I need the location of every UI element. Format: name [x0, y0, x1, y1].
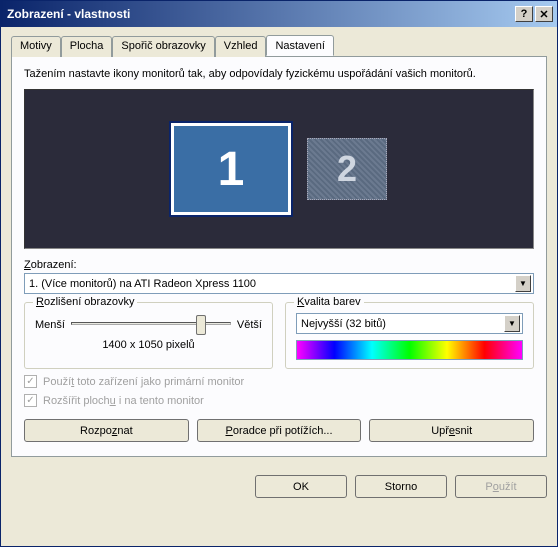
resolution-value: 1400 x 1050 pixelů — [35, 339, 262, 351]
resolution-slider[interactable] — [71, 313, 231, 337]
primary-monitor-checkbox: ✓ — [24, 375, 37, 388]
monitor-arrangement-area[interactable]: 1 2 — [24, 89, 534, 249]
dialog-button-row: OK Storno Použít — [1, 465, 557, 508]
tab-strip: Motivy Plocha Spořič obrazovky Vzhled Na… — [11, 35, 547, 57]
chevron-down-icon: ▼ — [504, 315, 520, 332]
checkbox2-label: Rozšířit plochu i na tento monitor — [43, 395, 204, 407]
checkbox1-label: Použít toto zařízení jako primární monit… — [43, 376, 244, 388]
identify-button[interactable]: Rozpoznat — [24, 419, 189, 442]
display-label: Zobrazení: — [24, 259, 534, 271]
tab-motivy[interactable]: Motivy — [11, 36, 61, 57]
close-button[interactable]: ✕ — [535, 6, 553, 22]
resolution-group: Rozlišení obrazovky Menší Větší 1400 x 1… — [24, 302, 273, 369]
advanced-button[interactable]: Upřesnit — [369, 419, 534, 442]
extend-desktop-checkbox: ✓ — [24, 394, 37, 407]
color-quality-group: Kvalita barev Nejvyšší (32 bitů) ▼ — [285, 302, 534, 369]
display-select[interactable]: 1. (Více monitorů) na ATI Radeon Xpress … — [24, 273, 534, 294]
tab-plocha[interactable]: Plocha — [61, 36, 113, 57]
slider-max-label: Větší — [237, 319, 262, 331]
window-title: Zobrazení - vlastnosti — [7, 7, 513, 21]
instruction-text: Tažením nastavte ikony monitorů tak, aby… — [24, 67, 534, 81]
titlebar[interactable]: Zobrazení - vlastnosti ? ✕ — [1, 1, 557, 27]
color-quality-value: Nejvyšší (32 bitů) — [301, 318, 504, 330]
color-preview-bar — [296, 340, 523, 360]
slider-min-label: Menší — [35, 319, 65, 331]
help-button[interactable]: ? — [515, 6, 533, 22]
tab-sporic[interactable]: Spořič obrazovky — [112, 36, 214, 57]
color-group-title: Kvalita barev — [294, 296, 364, 308]
monitor-2[interactable]: 2 — [307, 138, 387, 200]
tab-vzhled[interactable]: Vzhled — [215, 36, 267, 57]
display-properties-window: Zobrazení - vlastnosti ? ✕ Motivy Plocha… — [0, 0, 558, 547]
display-select-value: 1. (Více monitorů) na ATI Radeon Xpress … — [29, 278, 515, 290]
slider-thumb[interactable] — [196, 315, 206, 335]
cancel-button[interactable]: Storno — [355, 475, 447, 498]
color-quality-select[interactable]: Nejvyšší (32 bitů) ▼ — [296, 313, 523, 334]
monitor-1[interactable]: 1 — [171, 123, 291, 215]
troubleshoot-button[interactable]: Poradce při potížích... — [197, 419, 362, 442]
extend-desktop-checkbox-row: ✓ Rozšířit plochu i na tento monitor — [24, 394, 534, 407]
primary-monitor-checkbox-row: ✓ Použít toto zařízení jako primární mon… — [24, 375, 534, 388]
tab-panel-settings: Tažením nastavte ikony monitorů tak, aby… — [11, 57, 547, 457]
apply-button[interactable]: Použít — [455, 475, 547, 498]
ok-button[interactable]: OK — [255, 475, 347, 498]
tab-nastaveni[interactable]: Nastavení — [266, 35, 334, 56]
resolution-group-title: Rozlišení obrazovky — [33, 296, 137, 308]
chevron-down-icon: ▼ — [515, 275, 531, 292]
